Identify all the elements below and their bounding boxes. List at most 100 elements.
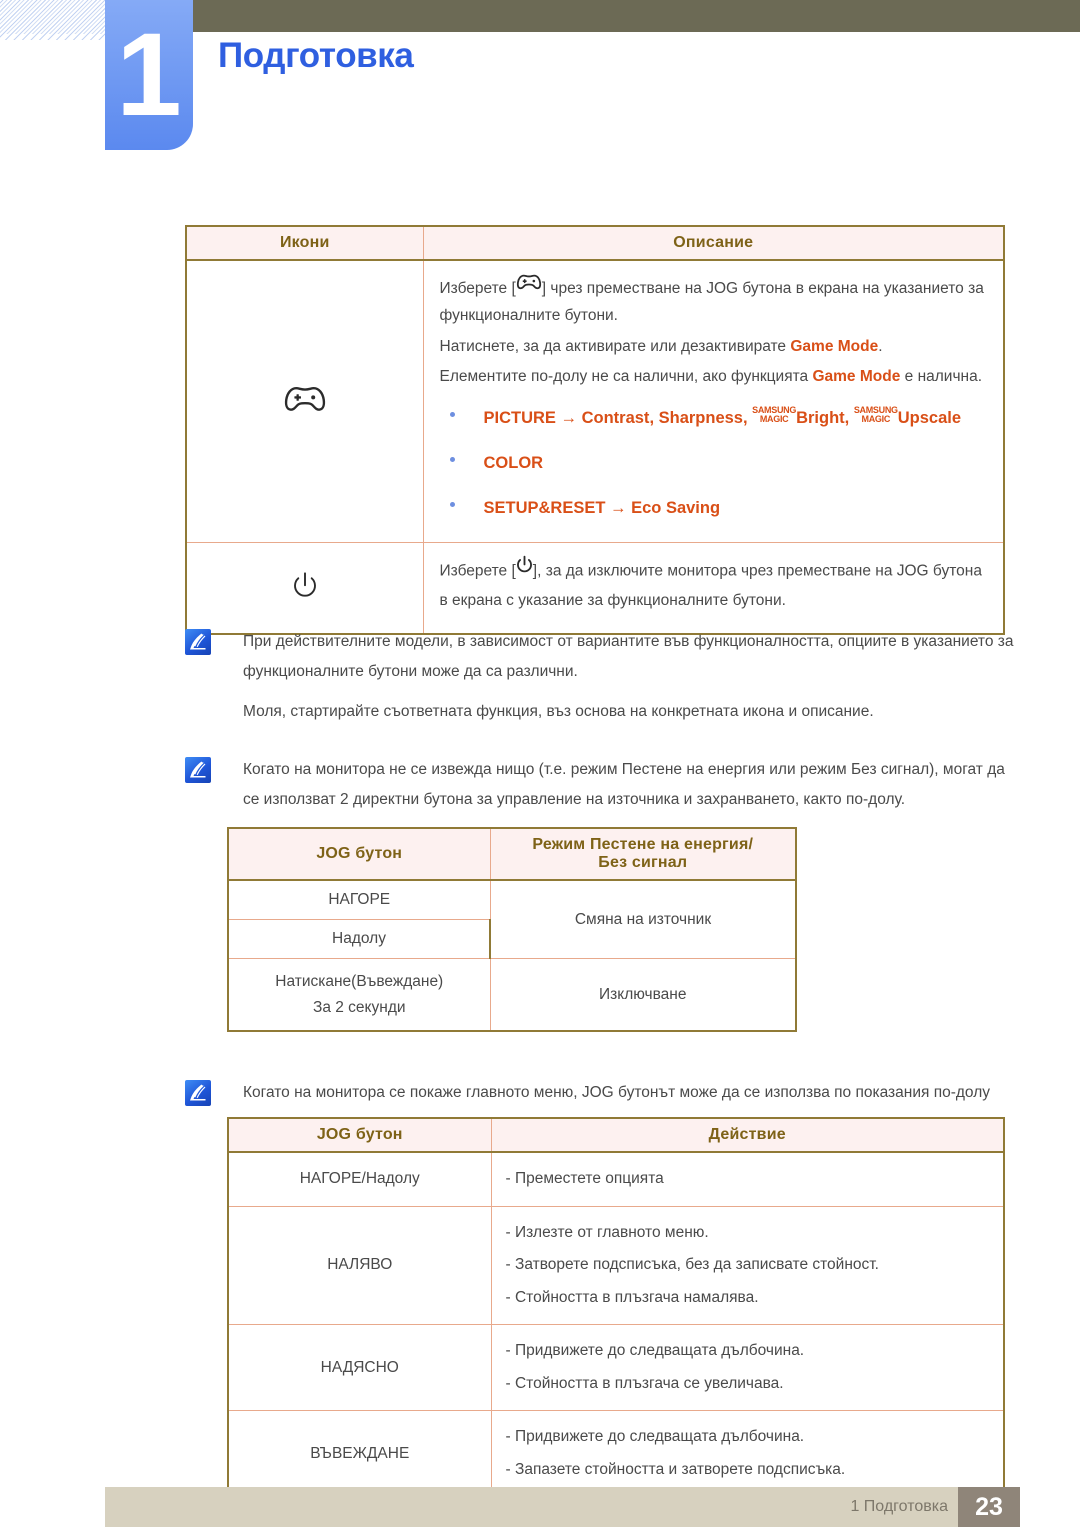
desc-line-1-post: ] чрез преместване на JOG бутона в екран… [541,280,880,297]
jog-key-enter: ВЪВЕЖДАНЕ [227,1410,492,1499]
column-header-power-mode: Режим Пестене на енергия/ Без сигнал [489,827,797,881]
game-mode-emphasis-1: Game Mode [790,337,879,355]
jog-action-move-option: - Преместете опцията [490,1151,1005,1207]
jog-action-source-change: Смяна на източник [489,879,797,959]
bullet1-arrow: → [555,408,582,427]
table-row: ВЪВЕЖДАНЕ - Придвижете до следващата дъл… [227,1410,1005,1499]
table-row: Изберете [ ] чрез преместване на JOG бут… [185,259,1005,544]
desc-line-3-cont: налична. [917,367,983,385]
note-body: Когато на монитора не се извежда нищо (т… [243,755,1015,815]
chapter-number: 1 [105,0,193,150]
column-header-action: Действие [490,1117,1005,1153]
note-block-1: При действителните модели, в зависимост … [185,627,1015,728]
action-line: - Стойността в плъзгача намалява. [505,1288,759,1306]
jog-menu-action-table: JOG бутон Действие НАГОРЕ/Надолу - Преме… [227,1117,1005,1499]
page-footer: 1 Подготовка 23 [105,1487,1020,1527]
column-header-jog-button: JOG бутон [227,1117,492,1153]
samsung-magic-logo-2: SAMSUNG MAGIC [854,405,898,424]
list-item: PICTURE → Contrast, Sharpness, SAMSUNG MA… [440,404,988,433]
menu-path-bullet-list: PICTURE → Contrast, Sharpness, SAMSUNG MA… [440,404,988,523]
note-body: При действителните модели, в зависимост … [243,627,1015,728]
samsung-magic-logo-1: SAMSUNG MAGIC [752,405,796,424]
page-title: Подготовка [218,36,414,75]
table-row: Изберете [ ], за да изключите монитора ч… [185,542,1005,635]
gamepad-icon-cell [185,259,424,544]
bullet1-upscale: Upscale [897,408,962,427]
note-icon [185,629,211,655]
desc-line-3-post: е [900,367,914,385]
note-block-2: Когато на монитора не се извежда нищо (т… [185,755,1015,815]
jog-action-enter: - Придвижете до следващата дълбочина. - … [490,1410,1005,1499]
note-paragraph: Моля, стартирайте съответната функция, в… [243,703,874,721]
power-inline-icon [516,555,533,584]
icons-description-table: Икони Описание Изберете [] чрез премест… [185,225,1005,635]
action-line: - Излезте от главното меню. [505,1223,709,1241]
power-icon-cell [185,542,424,635]
game-mode-emphasis-2: Game Mode [812,367,901,385]
table-header-row: JOG бутон Режим Пестене на енергия/ Без … [227,827,797,881]
desc-line-3-pre: Елементите по-долу не са налични, ако фу… [439,367,813,385]
power-desc-post: ], за да изключите монитора чрез премест… [532,563,929,581]
bullet1-bright: Bright [796,408,845,427]
jog-action-left: - Излезте от главното меню. - Затворете … [490,1205,1005,1326]
note-paragraph: Когато на монитора не се извежда нищо (т… [243,761,1005,809]
column-header-icons: Икони [185,225,424,261]
desc-line-1-pre: Изберете [ [439,280,516,297]
jog-key-press-line1: Натискане(Въвеждане) [275,973,444,990]
desc-line-2-post: . [878,337,883,355]
magic1-bottom: MAGIC [759,413,789,424]
power-desc-line: Изберете [ ], за да изключите монитора ч… [439,555,988,613]
header-olive-bar [192,0,1080,32]
list-item: COLOR [440,449,988,478]
jog-power-save-table: JOG бутон Режим Пестене на енергия/ Без … [227,827,797,1033]
desc-line-1: Изберете [ ] чрез преместване на JOG бут… [440,275,988,330]
gamepad-description-cell: Изберете [ ] чрез преместване на JOG бут… [422,259,1005,544]
action-line: - Стойността в плъзгача се увеличава. [505,1374,784,1392]
bullet1-sharpness: Sharpness [658,408,743,427]
action-line: - Придвижете до следващата дълбочина. [505,1342,805,1360]
bullet1-picture: PICTURE [483,408,556,427]
table-row: НАЛЯВО - Излезте от главното меню. - Зат… [227,1205,1005,1326]
jog-key-left: НАЛЯВО [227,1205,492,1326]
power-icon [292,571,318,605]
note-icon [185,757,211,783]
gamepad-inline-icon [516,273,542,300]
action-line: - Придвижете до следващата дълбочина. [505,1428,805,1446]
desc-line-3: Елементите по-долу не са налични, ако фу… [440,363,988,390]
jog-key-press-2s: Натискане(Въвеждане) За 2 секунди [227,958,491,1033]
bullet1-contrast: Contrast [581,408,650,427]
jog-key-up: НАГОРЕ [227,879,491,920]
gamepad-icon [283,387,327,418]
page-number-badge: 23 [958,1487,1020,1527]
bullet1-sep1: , [649,408,659,427]
desc-line-2-pre: Натиснете, за да активирате или дезактив… [439,337,791,355]
desc-line-2: Натиснете, за да активирате или дезактив… [440,333,988,360]
power-description-cell: Изберете [ ], за да изключите монитора ч… [422,542,1005,635]
bullet1-sep3: , [844,408,854,427]
jog-key-right: НАДЯСНО [227,1324,492,1412]
action-line: - Преместете опцията [505,1170,664,1187]
magic2-bottom: MAGIC [861,413,891,424]
action-line: - Затворете подсписъка, без да записвате… [505,1256,879,1274]
table-row: НАДЯСНО - Придвижете до следващата дълбо… [227,1324,1005,1412]
column-header-power-mode-line2: Без сигнал [598,854,688,871]
action-line: - Запазете стойността и затворете подспи… [505,1460,846,1478]
column-header-power-mode-line1: Режим Пестене на енергия/ [532,836,754,853]
bullet1-sep2: , [742,408,753,427]
jog-key-press-line2: За 2 секунди [312,998,406,1016]
jog-action-right: - Придвижете до следващата дълбочина. - … [490,1324,1005,1412]
list-item: SETUP&RESET → Eco Saving [440,494,988,523]
table-header-row: JOG бутон Действие [227,1117,1005,1153]
table-row: Натискане(Въвеждане) За 2 секунди Изключ… [227,958,797,1033]
jog-key-up-down: НАГОРЕ/Надолу [227,1151,492,1207]
table-header-row: Икони Описание [185,225,1005,261]
column-header-description: Описание [422,225,1005,261]
jog-action-power-off: Изключване [489,958,797,1033]
column-header-jog-button: JOG бутон [227,827,491,881]
jog-key-down: Надолу [227,919,491,959]
note-icon [185,1080,211,1106]
table-row: НАГОРЕ/Надолу - Преместете опцията [227,1151,1005,1207]
note-paragraph: При действителните модели, в зависимост … [243,633,1014,681]
table-row: НАГОРЕ Смяна на източник [227,879,797,959]
power-desc-pre: Изберете [ [439,563,516,581]
